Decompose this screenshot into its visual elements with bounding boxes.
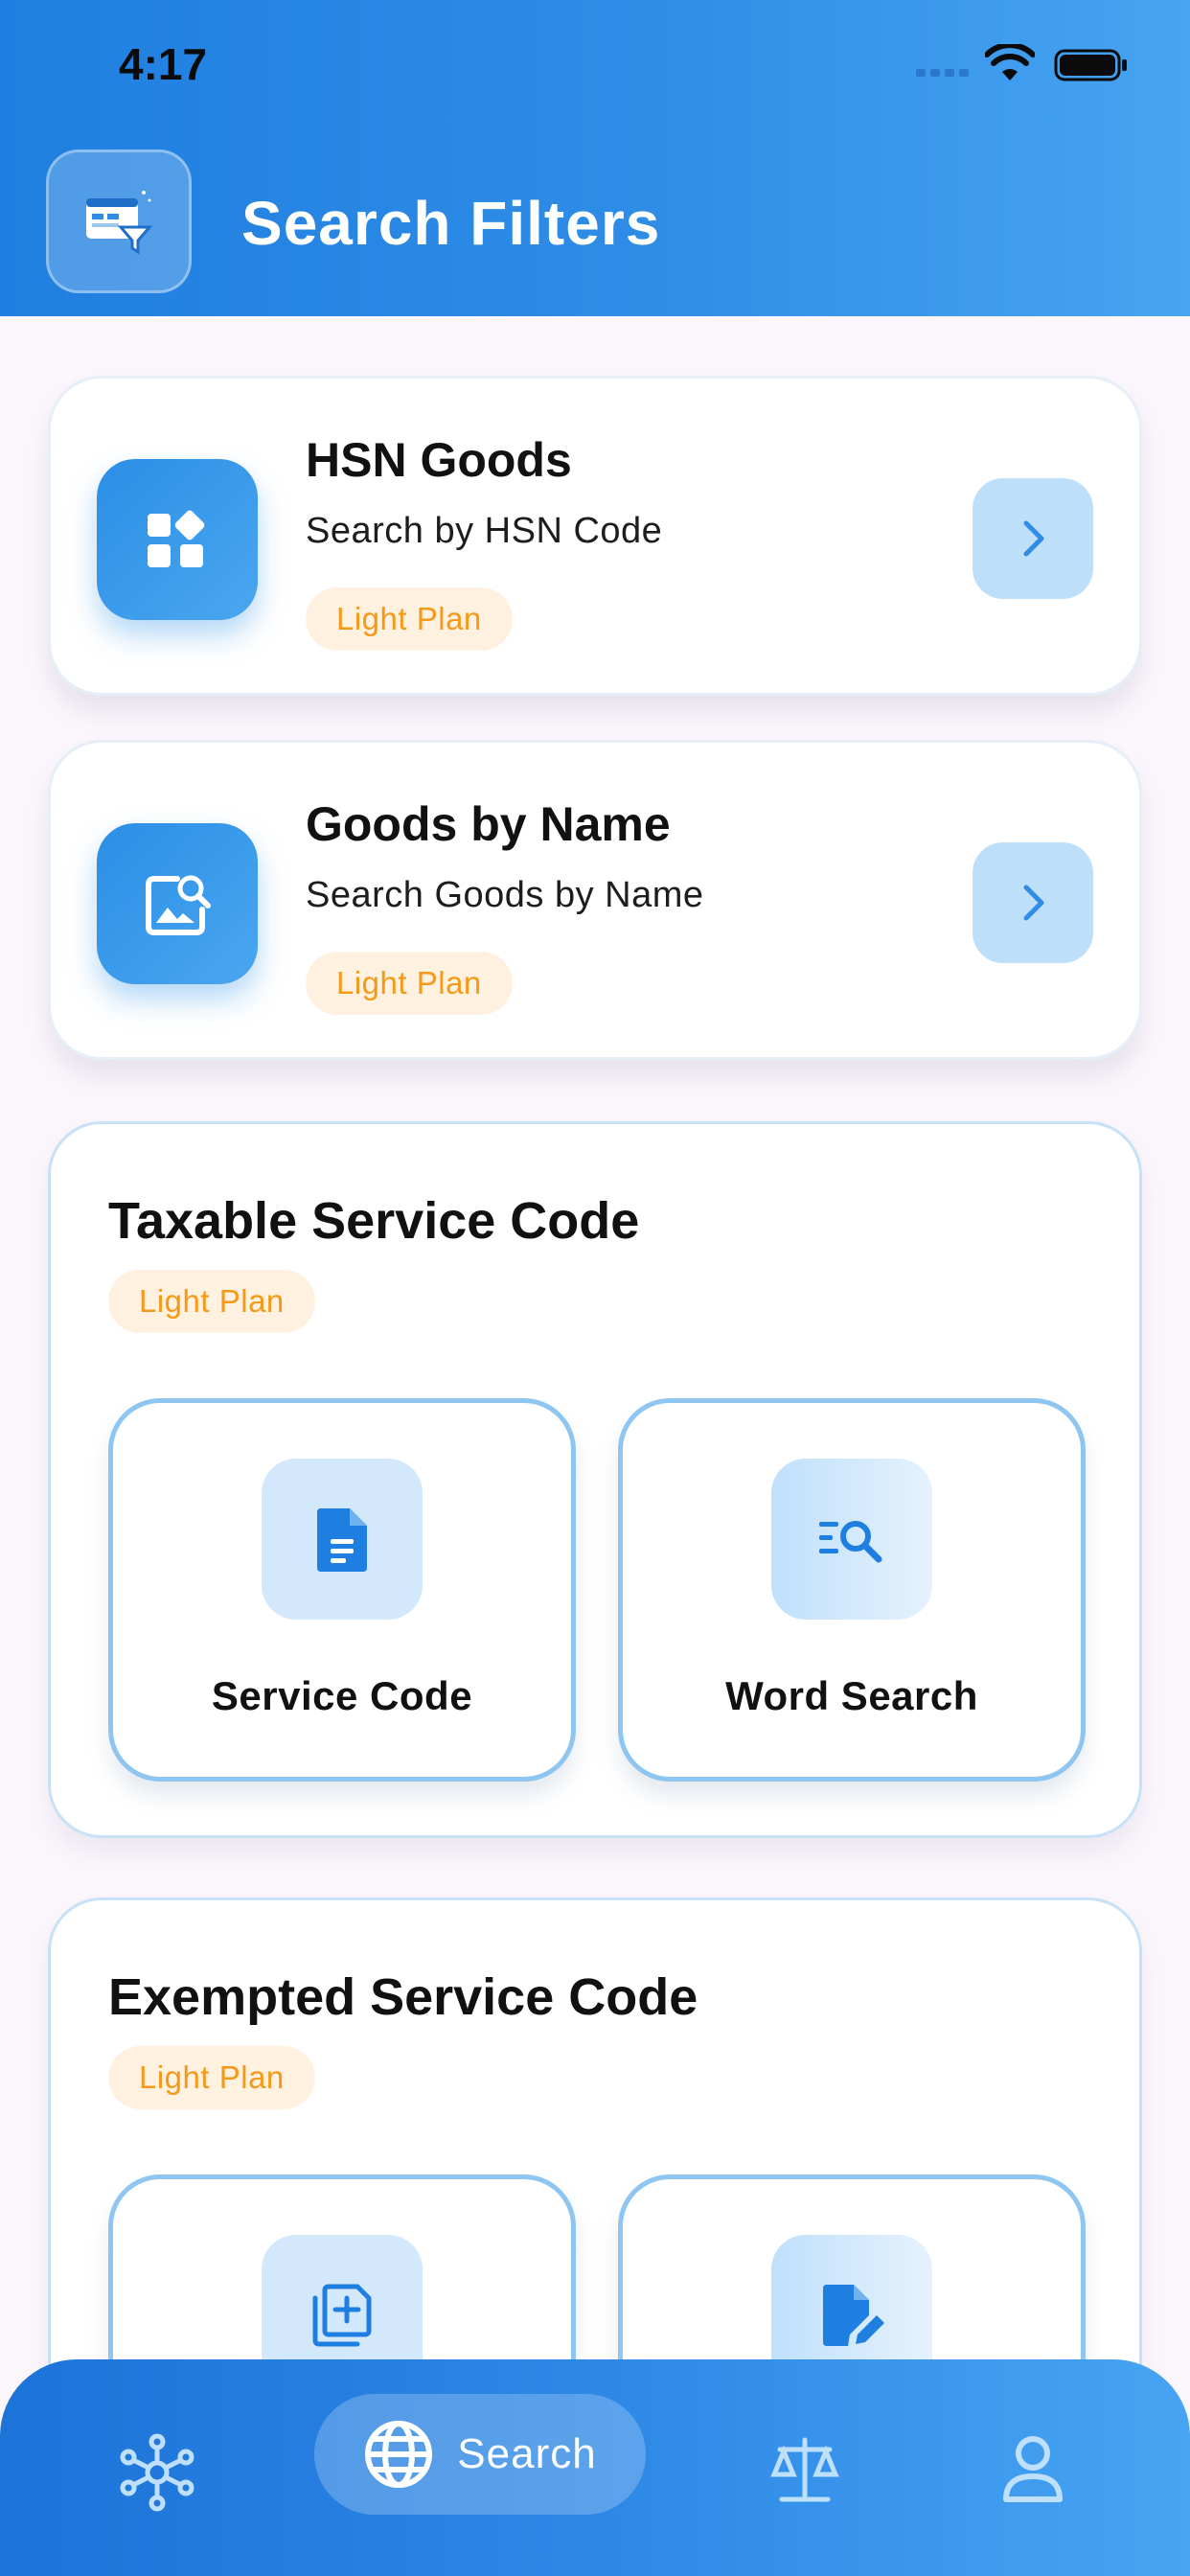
open-hsn-goods-button[interactable] (973, 478, 1093, 599)
hsn-goods-card[interactable]: HSN Goods Search by HSN Code Light Plan (48, 376, 1142, 696)
widgets-icon (97, 459, 258, 620)
battery-icon (1054, 49, 1127, 81)
bottom-navigation: Search (0, 2359, 1190, 2576)
service-code-tile[interactable]: Service Code (108, 1398, 576, 1782)
word-search-tile[interactable]: Word Search (618, 1398, 1086, 1782)
card-title: HSN Goods (306, 433, 572, 487)
plan-badge: Light Plan (108, 1270, 315, 1333)
open-goods-by-name-button[interactable] (973, 842, 1093, 963)
app-header: 4:17 Search Filters (0, 0, 1190, 316)
nav-network-tab[interactable] (117, 2432, 197, 2513)
card-subtitle: Search Goods by Name (306, 875, 704, 915)
profile-icon (1003, 2436, 1063, 2502)
scale-icon (770, 2437, 839, 2502)
nav-legal-tab[interactable] (767, 2432, 843, 2509)
chevron-right-icon (1023, 885, 1044, 921)
nav-search-label: Search (457, 2430, 597, 2477)
plan-badge: Light Plan (306, 587, 513, 651)
cellular-signal-icon (916, 69, 969, 77)
filter-browser-icon (46, 150, 192, 293)
section-title: Taxable Service Code (108, 1192, 640, 1250)
nav-search-tab[interactable]: Search (314, 2394, 646, 2515)
goods-by-name-card[interactable]: Goods by Name Search Goods by Name Light… (48, 740, 1142, 1060)
document-icon (262, 1459, 423, 1620)
section-title: Exempted Service Code (108, 1968, 698, 2026)
network-icon (120, 2433, 195, 2512)
tile-label: Word Search (725, 1673, 978, 1718)
plan-badge: Light Plan (306, 952, 513, 1015)
nav-profile-tab[interactable] (996, 2432, 1069, 2509)
wifi-icon (985, 44, 1035, 80)
card-title: Goods by Name (306, 797, 671, 851)
globe-icon (365, 2421, 433, 2488)
tile-label: Service Code (211, 1673, 473, 1718)
status-time: 4:17 (119, 39, 208, 89)
image-search-icon (97, 823, 258, 984)
card-subtitle: Search by HSN Code (306, 511, 663, 551)
taxable-service-code-section: Taxable Service Code Light Plan Service … (48, 1121, 1142, 1838)
chevron-right-icon (1023, 520, 1044, 557)
page-title: Search Filters (241, 189, 661, 258)
plan-badge: Light Plan (108, 2046, 315, 2109)
text-search-icon (771, 1459, 932, 1620)
